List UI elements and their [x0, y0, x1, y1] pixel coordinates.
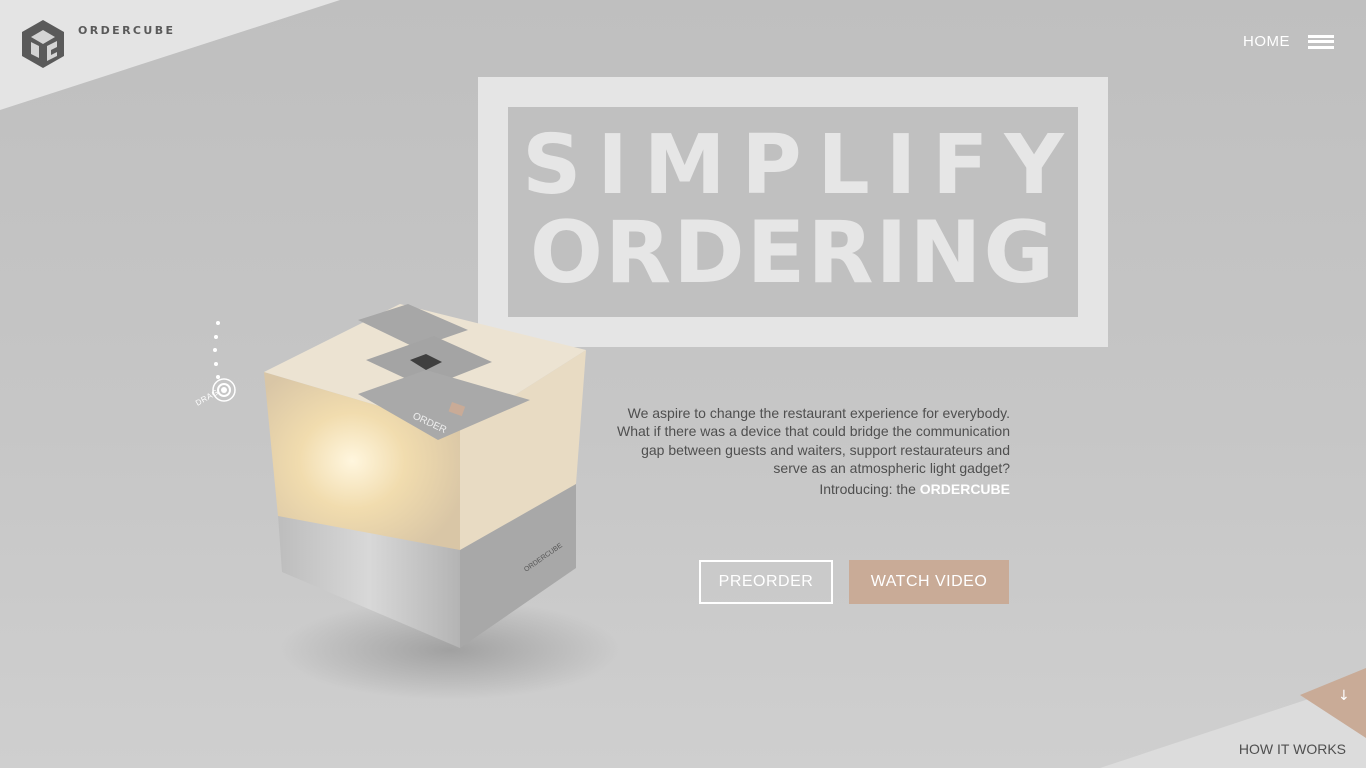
preorder-button[interactable]: PREORDER	[699, 560, 833, 604]
scroll-down-arrow-icon[interactable]: ↓	[1338, 688, 1350, 704]
nav-home-link[interactable]: HOME	[1243, 33, 1290, 50]
ordercube-product-image[interactable]: ORDER ORDERCUBE	[250, 290, 620, 710]
how-it-works-link[interactable]: HOW IT WORKS	[1239, 741, 1346, 757]
brand-name: ORDERCUBE	[78, 24, 176, 37]
hero-title-line-2: ORDERING	[529, 203, 1057, 303]
hero-title-box: SIMPLIFY ORDERING	[508, 107, 1078, 317]
intro-description: We aspire to change the restaurant exper…	[617, 405, 1010, 476]
intro-product-name: ORDERCUBE	[919, 481, 1010, 497]
intro-line: Introducing: the ORDERCUBE	[612, 481, 1010, 497]
intro-prefix: Introducing: the	[819, 481, 916, 497]
watch-video-button[interactable]: WATCH VIDEO	[849, 560, 1009, 604]
top-nav: HOME	[1243, 33, 1334, 50]
ordercube-logo-icon	[22, 20, 64, 68]
hamburger-menu-icon[interactable]	[1308, 34, 1334, 49]
brand-logo[interactable]: ORDERCUBE	[20, 18, 175, 70]
hero-title-line-1: SIMPLIFY	[522, 118, 1078, 213]
